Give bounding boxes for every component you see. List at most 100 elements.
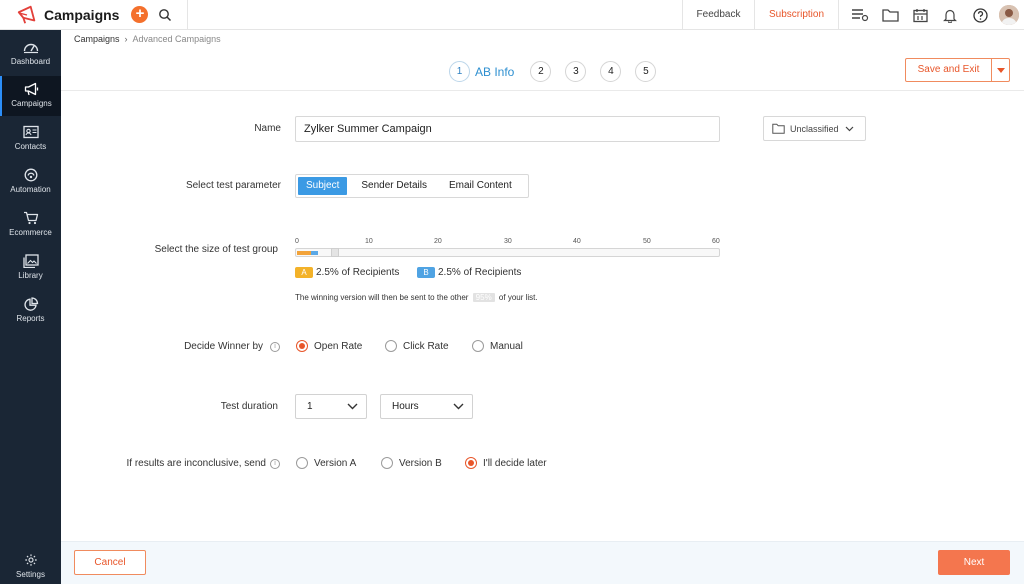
chevron-down-icon [845,126,853,131]
radio-click-rate[interactable]: Click Rate [385,340,449,352]
step-1[interactable]: 1 [449,61,470,82]
folder-select[interactable]: Unclassified [763,116,866,141]
test-duration-label: Test duration [220,401,278,412]
group-b-percent: 2.5% of Recipients [438,267,522,278]
duration-unit-select[interactable]: Hours [380,394,473,419]
radio-label: Version A [314,457,357,469]
slider-handle[interactable] [331,248,340,257]
winner-note-post: of your list. [498,293,538,302]
radio-circle [385,340,397,352]
inconclusive-label: If results are inconclusive, send [126,458,266,469]
save-exit-group: Save and Exit [905,58,1010,82]
sidebar-item-label: Reports [16,314,45,323]
folder-select-value: Unclassified [790,123,839,134]
stepper: 1 AB Info 2 3 4 5 [449,61,670,82]
winner-note-pre: The winning version will then be sent to… [295,293,469,302]
chevron-down-icon [453,403,464,410]
brand: Campaigns + [0,0,188,30]
sidebar-item-automation[interactable]: Automation [0,162,61,202]
sidebar-item-settings[interactable]: Settings [0,547,61,584]
divider [61,90,1024,91]
segment-sender-details[interactable]: Sender Details [353,177,435,195]
reports-icon [23,297,38,311]
sidebar-item-contacts[interactable]: Contacts [0,119,61,159]
sidebar-item-dashboard[interactable]: Dashboard [0,34,61,74]
group-a-badge: A [295,267,313,278]
duration-value: 1 [307,401,313,412]
group-a-percent: 2.5% of Recipients [316,267,400,278]
contacts-icon [22,125,39,139]
calendar-icon[interactable] [905,0,935,30]
library-icon [22,254,39,268]
create-button[interactable]: + [131,6,149,23]
breadcrumb: Campaigns › Advanced Campaigns [74,34,221,44]
avatar[interactable] [999,5,1019,25]
segment-email-content[interactable]: Email Content [441,177,520,195]
test-group-slider[interactable] [295,248,720,257]
dashboard-icon [23,43,38,54]
segment-subject[interactable]: Subject [298,177,348,195]
tick-label: 20 [434,238,442,245]
test-param-segmented: Subject Sender Details Email Content [295,174,529,198]
info-icon[interactable]: i [270,459,280,469]
radio-label: Open Rate [314,340,363,352]
breadcrumb-root[interactable]: Campaigns [74,34,120,44]
step-4[interactable]: 4 [600,61,622,82]
sidebar: Dashboard Campaigns Contacts Automation … [0,30,61,584]
sidebar-item-ecommerce[interactable]: Ecommerce [0,205,61,245]
radio-label: Manual [490,340,523,352]
radio-version-b[interactable]: Version B [381,457,442,469]
radio-open-rate[interactable]: Open Rate [296,340,362,352]
search-icon[interactable] [158,8,172,22]
feedback-link[interactable]: Feedback [682,0,754,30]
radio-circle [296,457,308,469]
list-settings-icon[interactable] [845,0,875,30]
subscription-link[interactable]: Subscription [754,0,838,30]
radio-manual[interactable]: Manual [472,340,523,352]
group-b-badge: B [417,267,435,278]
sidebar-item-reports[interactable]: Reports [0,291,61,331]
winner-note: The winning version will then be sent to… [295,293,538,302]
help-icon[interactable] [965,0,995,30]
folder-icon [772,123,785,134]
duration-value-select[interactable]: 1 [295,394,367,419]
sidebar-item-library[interactable]: Library [0,248,61,288]
step-5[interactable]: 5 [635,61,657,82]
sidebar-item-label: Settings [16,570,45,579]
caret-down-icon [996,67,1005,73]
save-options-button[interactable] [992,58,1010,82]
megaphone-icon [24,82,38,96]
campaigns-logo-icon [17,5,36,24]
radio-label: I'll decide later [483,457,547,469]
folder-icon[interactable] [875,0,905,30]
radio-circle [381,457,393,469]
winner-note-percent: 95% [472,293,495,302]
tick-label: 60 [712,238,720,245]
step-3[interactable]: 3 [565,61,587,82]
step-1-label[interactable]: AB Info [475,65,514,79]
info-icon[interactable]: i [270,342,280,352]
breadcrumb-current: Advanced Campaigns [132,34,221,44]
top-bar: Campaigns + Feedback Subscription [0,0,1024,30]
app-title[interactable]: Campaigns [44,7,119,23]
chevron-down-icon [347,403,358,410]
sidebar-item-campaigns[interactable]: Campaigns [0,76,61,116]
cancel-button[interactable]: Cancel [74,550,146,575]
sidebar-item-label: Library [18,271,43,280]
save-exit-button[interactable]: Save and Exit [905,58,992,82]
tick-label: 50 [643,238,651,245]
radio-decide-later[interactable]: I'll decide later [465,457,547,469]
next-button[interactable]: Next [938,550,1010,575]
group-a-fill [297,251,312,255]
radio-version-a[interactable]: Version A [296,457,356,469]
bell-icon[interactable] [935,0,965,30]
radio-label: Click Rate [403,340,449,352]
step-2[interactable]: 2 [530,61,552,82]
radio-label: Version B [399,457,442,469]
radio-circle [465,457,477,469]
group-size-label: Select the size of test group [154,244,278,255]
sidebar-item-label: Ecommerce [9,228,52,237]
campaign-name-input[interactable] [295,116,720,142]
tick-label: 10 [365,238,373,245]
tick-label: 40 [573,238,581,245]
